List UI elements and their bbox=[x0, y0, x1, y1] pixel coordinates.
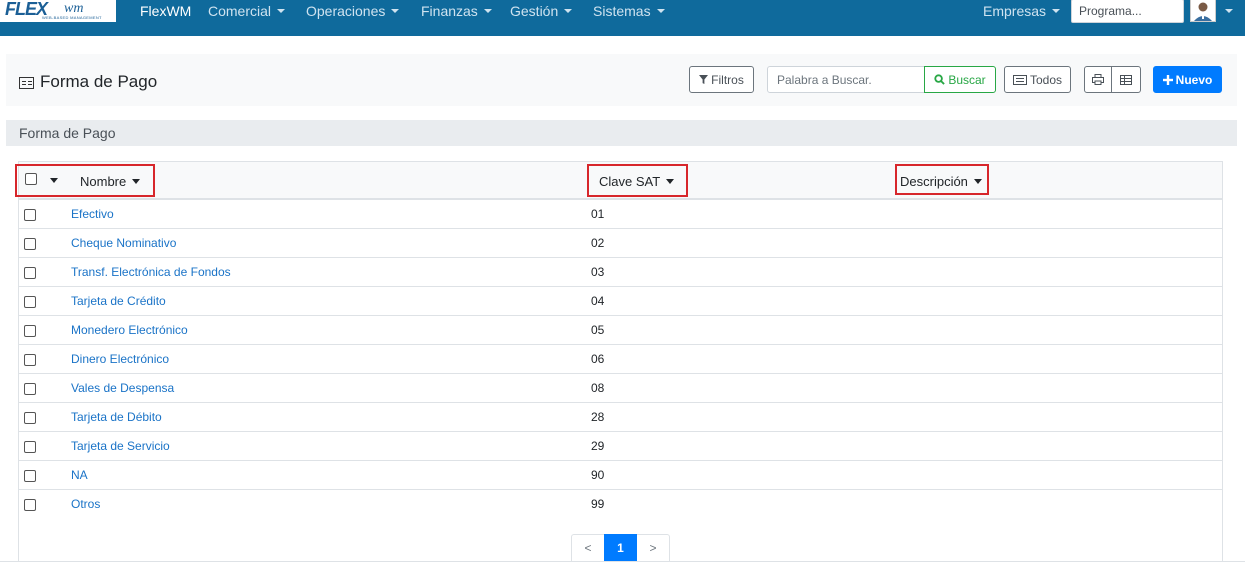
row-checkbox[interactable] bbox=[24, 354, 36, 366]
flexwm-logo[interactable]: FLEX wm WEB-BASED MANAGEMENT bbox=[0, 0, 116, 22]
row-clave: 01 bbox=[591, 207, 605, 221]
row-clave: 06 bbox=[591, 352, 605, 366]
top-navbar: FLEX wm WEB-BASED MANAGEMENT FlexWM Come… bbox=[0, 0, 1245, 36]
menu-finanzas[interactable]: Finanzas bbox=[421, 3, 492, 19]
row-checkbox[interactable] bbox=[24, 412, 36, 424]
chevron-down-icon bbox=[483, 9, 492, 13]
row-nombre-link[interactable]: NA bbox=[71, 468, 88, 482]
menu-sistemas[interactable]: Sistemas bbox=[593, 3, 665, 19]
row-clave: 03 bbox=[591, 265, 605, 279]
table-row[interactable]: Efectivo 01 bbox=[19, 200, 1222, 229]
row-checkbox[interactable] bbox=[24, 383, 36, 395]
nuevo-button[interactable]: Nuevo bbox=[1153, 66, 1222, 93]
table-row[interactable]: NA 90 bbox=[19, 461, 1222, 490]
row-checkbox[interactable] bbox=[24, 325, 36, 337]
menu-gestion[interactable]: Gestión bbox=[510, 3, 573, 19]
print-icon bbox=[1092, 74, 1104, 85]
chevron-down-icon bbox=[656, 9, 665, 13]
menu-operaciones[interactable]: Operaciones bbox=[306, 3, 400, 19]
highlight-box-nombre bbox=[15, 164, 155, 197]
filtros-button[interactable]: Filtros bbox=[689, 66, 754, 93]
table-row[interactable]: Monedero Electrónico 05 bbox=[19, 316, 1222, 345]
row-nombre-link[interactable]: Tarjeta de Servicio bbox=[71, 439, 170, 453]
row-clave: 02 bbox=[591, 236, 605, 250]
table-row[interactable]: Vales de Despensa 08 bbox=[19, 374, 1222, 403]
chevron-down-icon bbox=[391, 9, 400, 13]
menu-empresas[interactable]: Empresas bbox=[983, 3, 1061, 19]
list-icon bbox=[1012, 74, 1027, 85]
table-list-icon bbox=[19, 77, 34, 89]
pagination-page-1[interactable]: 1 bbox=[604, 534, 637, 562]
chevron-down-icon bbox=[277, 9, 286, 13]
user-menu-chevron-icon[interactable] bbox=[1225, 9, 1233, 13]
todos-button[interactable]: Todos bbox=[1004, 66, 1071, 93]
row-clave: 99 bbox=[591, 497, 605, 511]
filter-icon bbox=[699, 75, 709, 84]
table-row[interactable]: Tarjeta de Crédito 04 bbox=[19, 287, 1222, 316]
search-icon bbox=[934, 74, 946, 85]
row-clave: 28 bbox=[591, 410, 605, 424]
row-nombre-link[interactable]: Vales de Despensa bbox=[71, 381, 174, 395]
grid-icon bbox=[1120, 74, 1132, 85]
buscar-button[interactable]: Buscar bbox=[924, 66, 996, 93]
chevron-down-icon bbox=[1052, 9, 1061, 13]
pagination-prev[interactable]: < bbox=[571, 534, 604, 562]
row-clave: 08 bbox=[591, 381, 605, 395]
table-row[interactable]: Otros 99 bbox=[19, 490, 1222, 519]
plus-icon bbox=[1162, 74, 1173, 85]
row-nombre-link[interactable]: Transf. Electrónica de Fondos bbox=[71, 265, 231, 279]
row-nombre-link[interactable]: Cheque Nominativo bbox=[71, 236, 176, 250]
highlight-box-clave-sat bbox=[587, 164, 688, 197]
program-search-input[interactable]: Programa... bbox=[1071, 0, 1184, 23]
row-clave: 04 bbox=[591, 294, 605, 308]
table-row[interactable]: Cheque Nominativo 02 bbox=[19, 229, 1222, 258]
page-title: Forma de Pago bbox=[40, 72, 158, 91]
chevron-down-icon bbox=[564, 9, 573, 13]
row-nombre-link[interactable]: Dinero Electrónico bbox=[71, 352, 169, 366]
table-row[interactable]: Tarjeta de Servicio 29 bbox=[19, 432, 1222, 461]
row-nombre-link[interactable]: Tarjeta de Crédito bbox=[71, 294, 166, 308]
table-row[interactable]: Dinero Electrónico 06 bbox=[19, 345, 1222, 374]
table-row[interactable]: Transf. Electrónica de Fondos 03 bbox=[19, 258, 1222, 287]
search-input[interactable]: Palabra a Buscar. bbox=[767, 66, 925, 93]
grid-button[interactable] bbox=[1111, 66, 1141, 93]
table-row[interactable]: Tarjeta de Débito 28 bbox=[19, 403, 1222, 432]
pagination-next[interactable]: > bbox=[637, 534, 670, 562]
brand-link[interactable]: FlexWM bbox=[140, 3, 191, 19]
forma-pago-table: Nombre Clave SAT Descripción Efectivo 01 … bbox=[15, 161, 1223, 562]
section-bar bbox=[6, 120, 1237, 146]
row-checkbox[interactable] bbox=[24, 267, 36, 279]
row-checkbox[interactable] bbox=[24, 470, 36, 482]
row-clave: 90 bbox=[591, 468, 605, 482]
row-checkbox[interactable] bbox=[24, 441, 36, 453]
logo-subtitle: WEB-BASED MANAGEMENT bbox=[42, 15, 102, 20]
table-header: Nombre Clave SAT Descripción bbox=[15, 162, 1222, 200]
row-clave: 05 bbox=[591, 323, 605, 337]
highlight-box-descripcion bbox=[895, 164, 989, 195]
row-checkbox[interactable] bbox=[24, 499, 36, 511]
print-button[interactable] bbox=[1084, 66, 1112, 93]
row-checkbox[interactable] bbox=[24, 238, 36, 250]
row-nombre-link[interactable]: Efectivo bbox=[71, 207, 114, 221]
row-checkbox[interactable] bbox=[24, 296, 36, 308]
logo-flex-text: FLEX bbox=[5, 0, 48, 19]
row-nombre-link[interactable]: Otros bbox=[71, 497, 100, 511]
row-checkbox[interactable] bbox=[24, 209, 36, 221]
row-nombre-link[interactable]: Tarjeta de Débito bbox=[71, 410, 162, 424]
section-label: Forma de Pago bbox=[19, 125, 116, 141]
row-nombre-link[interactable]: Monedero Electrónico bbox=[71, 323, 188, 337]
menu-comercial[interactable]: Comercial bbox=[208, 3, 286, 19]
user-avatar-icon[interactable] bbox=[1190, 0, 1216, 22]
row-clave: 29 bbox=[591, 439, 605, 453]
